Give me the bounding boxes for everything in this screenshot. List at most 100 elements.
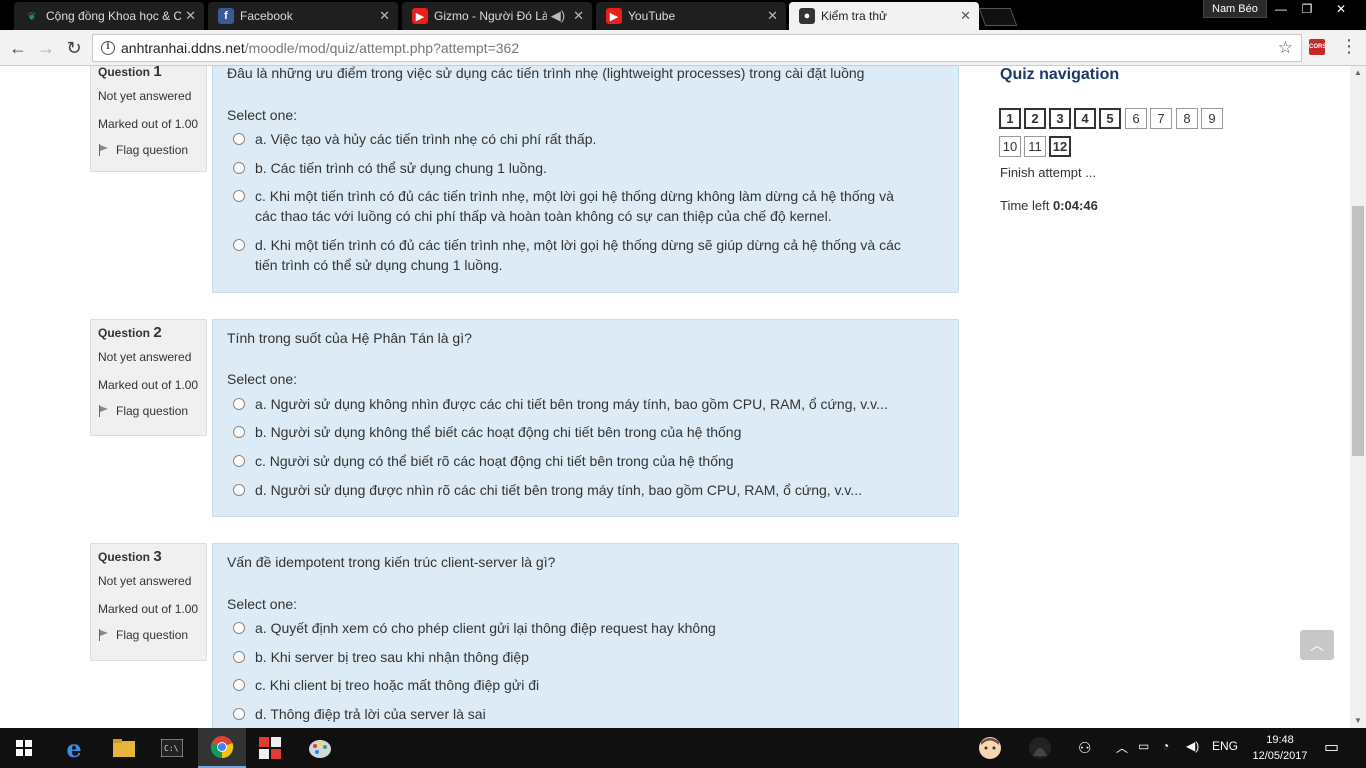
edge-browser-icon[interactable]: e xyxy=(50,728,98,768)
close-icon[interactable]: ✕ xyxy=(185,8,196,24)
question-1-content: Đâu là những ưu điểm trong việc sử dụng … xyxy=(212,66,959,293)
radio-button[interactable] xyxy=(233,426,245,438)
quiz-nav-button-9[interactable]: 9 xyxy=(1201,108,1223,129)
answer-option-b[interactable]: b. Người sử dụng không thể biết các hoạt… xyxy=(233,422,913,442)
quiz-nav-button-2[interactable]: 2 xyxy=(1024,108,1046,129)
question-state: Not yet answered xyxy=(98,350,192,364)
finish-attempt-link[interactable]: Finish attempt ... xyxy=(1000,165,1096,180)
scroll-to-top-button[interactable]: ︿ xyxy=(1300,630,1334,660)
quiz-nav-button-6[interactable]: 6 xyxy=(1125,108,1147,129)
people-icon[interactable]: ⚇ xyxy=(1078,739,1091,757)
question-number: Question 3 xyxy=(98,548,162,565)
notification-icon[interactable]: ▭ xyxy=(1324,737,1339,757)
tab-gizmo[interactable]: ▶ Gizmo - Người Đó Là ◀) ✕ xyxy=(402,2,592,30)
tab-facebook[interactable]: f Facebook ✕ xyxy=(208,2,398,30)
chrome-icon[interactable] xyxy=(198,728,246,768)
answer-option-c[interactable]: c. Người sử dụng có thể biết rõ các hoạt… xyxy=(233,451,913,471)
quiz-nav-button-11[interactable]: 11 xyxy=(1024,136,1046,157)
question-text: Vấn đề idempotent trong kiến trúc client… xyxy=(227,554,556,570)
radio-button[interactable] xyxy=(233,651,245,663)
user-icon: ● xyxy=(799,8,815,24)
app-tiles-icon[interactable] xyxy=(246,728,294,768)
radio-button[interactable] xyxy=(233,708,245,720)
answer-option-a[interactable]: a. Người sử dụng không nhìn được các chi… xyxy=(233,394,913,414)
radio-button[interactable] xyxy=(233,484,245,496)
minimize-icon[interactable]: — xyxy=(1268,0,1294,18)
flag-question-link[interactable]: Flag question xyxy=(98,404,199,418)
answer-option-a[interactable]: a. Quyết định xem có cho phép client gửi… xyxy=(233,618,913,638)
restore-icon[interactable]: ❐ xyxy=(1294,0,1320,18)
radio-button[interactable] xyxy=(233,239,245,251)
quiz-nav-button-5[interactable]: 5 xyxy=(1099,108,1121,129)
radio-button[interactable] xyxy=(233,398,245,410)
scroll-down-arrow-icon[interactable]: ▼ xyxy=(1350,714,1366,728)
answer-option-d[interactable]: d. Người sử dụng được nhìn rõ các chi ti… xyxy=(233,480,913,500)
question-state: Not yet answered xyxy=(98,574,192,588)
answer-option-b[interactable]: b. Các tiến trình có thể sử dụng chung 1… xyxy=(233,158,913,178)
quiz-nav-button-10[interactable]: 10 xyxy=(999,136,1021,157)
windows-start-icon[interactable] xyxy=(0,728,48,768)
flag-question-link[interactable]: Flag question xyxy=(98,143,199,157)
address-bar[interactable]: i anhtranhai.ddns.net/moodle/mod/quiz/at… xyxy=(92,34,1302,62)
speaker-icon[interactable]: ◀) xyxy=(551,8,565,24)
quiz-navigation-title: Quiz navigation xyxy=(1000,66,1120,83)
quiz-nav-button-4[interactable]: 4 xyxy=(1074,108,1096,129)
close-icon[interactable]: ✕ xyxy=(960,8,971,24)
answer-option-a[interactable]: a. Việc tạo và hủy các tiến trình nhẹ có… xyxy=(233,129,913,149)
answer-option-d[interactable]: d. Thông điệp trả lời của server là sai xyxy=(233,704,913,724)
quiz-nav-button-8[interactable]: 8 xyxy=(1176,108,1198,129)
quiz-page: Question 1 Not yet answered Marked out o… xyxy=(0,66,1350,728)
file-explorer-icon[interactable] xyxy=(100,728,148,768)
chevron-up-tray-icon[interactable]: ︿ xyxy=(1116,739,1128,756)
new-tab-button[interactable] xyxy=(978,8,1018,26)
scrollbar-thumb[interactable] xyxy=(1352,206,1364,456)
radio-button[interactable] xyxy=(233,190,245,202)
flag-icon xyxy=(98,144,110,156)
battery-icon[interactable]: ▭ xyxy=(1138,739,1149,753)
radio-button[interactable] xyxy=(233,133,245,145)
leaf-icon: ❦ xyxy=(27,10,37,23)
answer-option-d[interactable]: d. Khi một tiến trình có đủ các tiến trì… xyxy=(233,235,913,275)
language-indicator[interactable]: ENG xyxy=(1212,739,1238,753)
taskbar-clock[interactable]: 19:48 12/05/2017 xyxy=(1248,732,1312,764)
reload-icon[interactable]: ↻ xyxy=(62,36,86,60)
paint-icon[interactable] xyxy=(296,728,344,768)
hacker-avatar-icon[interactable] xyxy=(1016,728,1064,768)
question-2-info: Question 2 Not yet answered Marked out o… xyxy=(90,319,207,436)
answer-option-b[interactable]: b. Khi server bị treo sau khi nhận thông… xyxy=(233,647,913,667)
tab-youtube[interactable]: ▶ YouTube ✕ xyxy=(596,2,786,30)
question-grade: Marked out of 1.00 xyxy=(98,117,199,131)
quiz-nav-button-12[interactable]: 12 xyxy=(1049,136,1071,157)
radio-button[interactable] xyxy=(233,455,245,467)
quiz-nav-button-7[interactable]: 7 xyxy=(1150,108,1172,129)
radio-button[interactable] xyxy=(233,162,245,174)
select-one-prompt: Select one: xyxy=(227,107,298,123)
close-icon[interactable]: ✕ xyxy=(573,8,584,24)
cors-extension-icon[interactable]: CORS xyxy=(1309,39,1326,55)
wifi-icon[interactable]: ◔ xyxy=(1162,739,1169,753)
radio-button[interactable] xyxy=(233,622,245,634)
tab-kiem-tra-thu[interactable]: ● Kiểm tra thử ✕ xyxy=(789,2,979,30)
info-icon[interactable]: i xyxy=(101,41,115,55)
answer-option-c[interactable]: c. Khi client bị treo hoặc mất thông điệ… xyxy=(233,675,913,695)
radio-button[interactable] xyxy=(233,679,245,691)
answer-option-c[interactable]: c. Khi một tiến trình có đủ các tiến trì… xyxy=(233,186,913,226)
profile-button[interactable]: Nam Béo xyxy=(1203,0,1267,18)
close-window-icon[interactable]: ✕ xyxy=(1328,0,1354,18)
volume-icon[interactable]: ◀) xyxy=(1186,739,1199,753)
close-icon[interactable]: ✕ xyxy=(379,8,390,24)
terminal-icon[interactable]: C:\ xyxy=(148,728,196,768)
menu-icon[interactable]: ⋮ xyxy=(1340,36,1358,57)
tab-cong-dong[interactable]: ❦ Cộng đồng Khoa học & C ✕ xyxy=(14,2,204,30)
bookmark-star-icon[interactable]: ☆ xyxy=(1278,38,1293,58)
forward-icon[interactable]: → xyxy=(34,36,58,60)
flag-question-link[interactable]: Flag question xyxy=(98,628,199,642)
svg-text:C:\: C:\ xyxy=(164,744,179,753)
messenger-avatar-icon[interactable] xyxy=(966,728,1014,768)
page-scrollbar[interactable]: ▲ ▼ xyxy=(1350,66,1366,728)
scroll-up-arrow-icon[interactable]: ▲ xyxy=(1350,66,1366,80)
quiz-nav-button-3[interactable]: 3 xyxy=(1049,108,1071,129)
close-icon[interactable]: ✕ xyxy=(767,8,778,24)
back-icon[interactable]: ← xyxy=(6,36,30,60)
quiz-nav-button-1[interactable]: 1 xyxy=(999,108,1021,129)
